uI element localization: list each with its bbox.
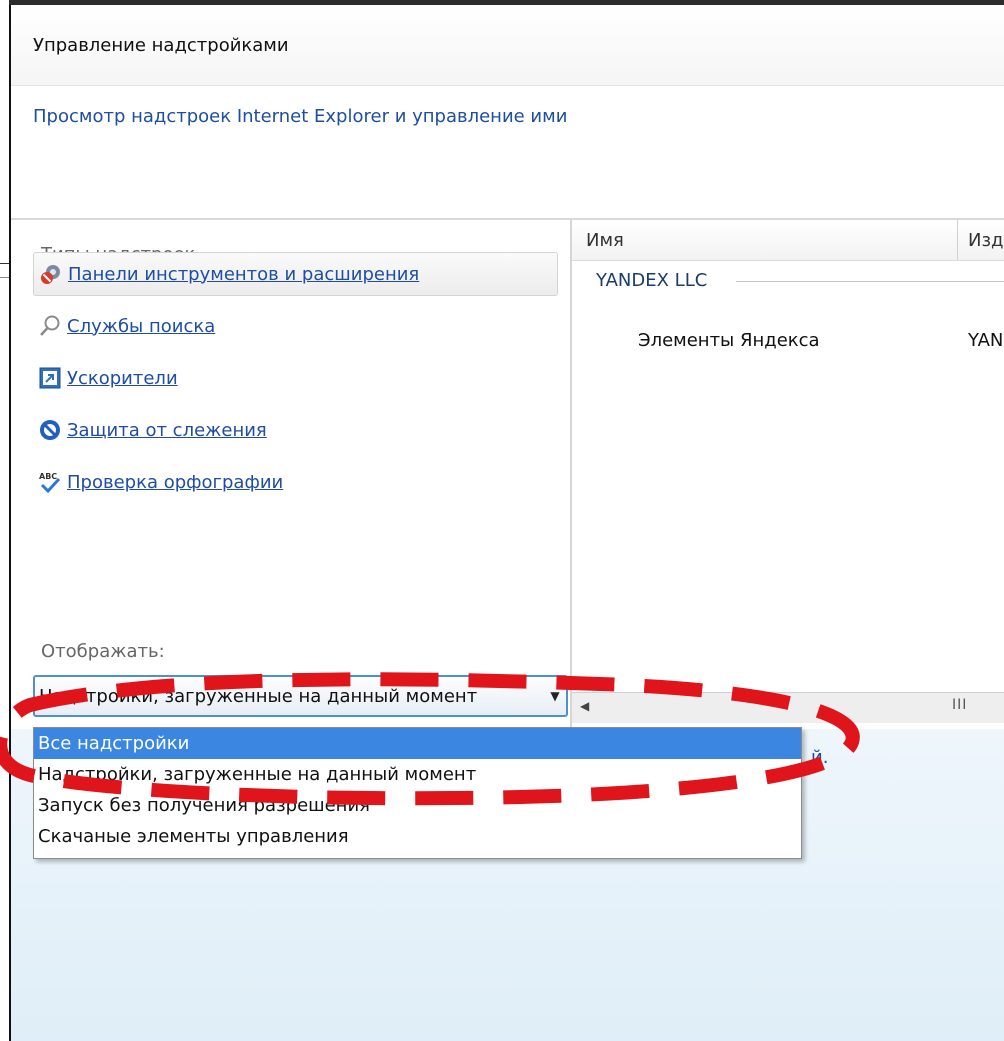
- addon-name: Элементы Яндекса: [638, 330, 820, 351]
- show-filter-combobox[interactable]: Надстройки, загруженные на данный момент…: [33, 675, 568, 717]
- dropdown-option-loaded[interactable]: Надстройки, загруженные на данный момент: [34, 759, 801, 790]
- column-divider[interactable]: [957, 220, 958, 260]
- category-label: Проверка орфографии: [67, 471, 284, 493]
- list-header: Имя Изд: [572, 220, 1004, 261]
- addon-list-pane: Имя Изд YANDEX LLC Элементы Яндекса YAN …: [572, 220, 1004, 727]
- show-filter-dropdown-list: Все надстройки Надстройки, загруженные н…: [33, 727, 802, 859]
- title-bar[interactable]: Управление надстройками: [11, 5, 1004, 86]
- search-icon: [37, 313, 63, 339]
- header-area: Просмотр надстроек Internet Explorer и у…: [11, 86, 1004, 220]
- addon-types-pane: Типы надстроек Панели инструментов и рас…: [11, 220, 572, 727]
- spelling-icon: ABC: [37, 469, 63, 495]
- dropdown-option-downloaded-controls[interactable]: Скачаные элементы управления: [34, 821, 801, 852]
- show-label: Отображать:: [41, 641, 165, 662]
- category-accelerators[interactable]: Ускорители: [33, 356, 558, 400]
- scroll-left-arrow-icon[interactable]: ◀: [580, 699, 589, 713]
- category-label: Службы поиска: [67, 315, 216, 337]
- category-label: Ускорители: [67, 367, 178, 389]
- window-subtitle: Просмотр надстроек Internet Explorer и у…: [33, 106, 568, 127]
- window-title: Управление надстройками: [33, 35, 289, 56]
- toolbar-gear-icon: [38, 261, 64, 287]
- outside-line: [0, 277, 9, 278]
- outside-area: [0, 0, 9, 1041]
- details-link-fragment[interactable]: й.: [811, 747, 828, 768]
- group-header: YANDEX LLC: [596, 270, 708, 291]
- category-label: Защита от слежения: [67, 419, 267, 441]
- combobox-value: Надстройки, загруженные на данный момент: [39, 685, 478, 707]
- scroll-thumb-grip[interactable]: III: [952, 697, 967, 713]
- group-divider: [736, 281, 1004, 282]
- tracking-protection-icon: [37, 417, 63, 443]
- category-toolbars-extensions[interactable]: Панели инструментов и расширения: [33, 252, 558, 296]
- category-label: Панели инструментов и расширения: [68, 263, 420, 285]
- manage-addons-window: Управление надстройками Просмотр надстро…: [0, 0, 1004, 1041]
- category-tracking-protection[interactable]: Защита от слежения: [33, 408, 558, 452]
- svg-text:ABC: ABC: [39, 472, 57, 481]
- addon-publisher: YAN: [968, 330, 1004, 351]
- category-spelling[interactable]: ABC Проверка орфографии: [33, 460, 558, 504]
- column-header-name[interactable]: Имя: [586, 230, 624, 251]
- column-header-publisher[interactable]: Изд: [968, 230, 1003, 251]
- dropdown-option-run-without-permission[interactable]: Запуск без получения разрешения: [34, 790, 801, 821]
- accelerator-icon: [37, 365, 63, 391]
- category-search-providers[interactable]: Службы поиска: [33, 304, 558, 348]
- dropdown-option-all[interactable]: Все надстройки: [34, 728, 801, 759]
- chevron-down-icon[interactable]: ▼: [544, 689, 566, 703]
- horizontal-scrollbar[interactable]: ◀ III: [572, 692, 1004, 723]
